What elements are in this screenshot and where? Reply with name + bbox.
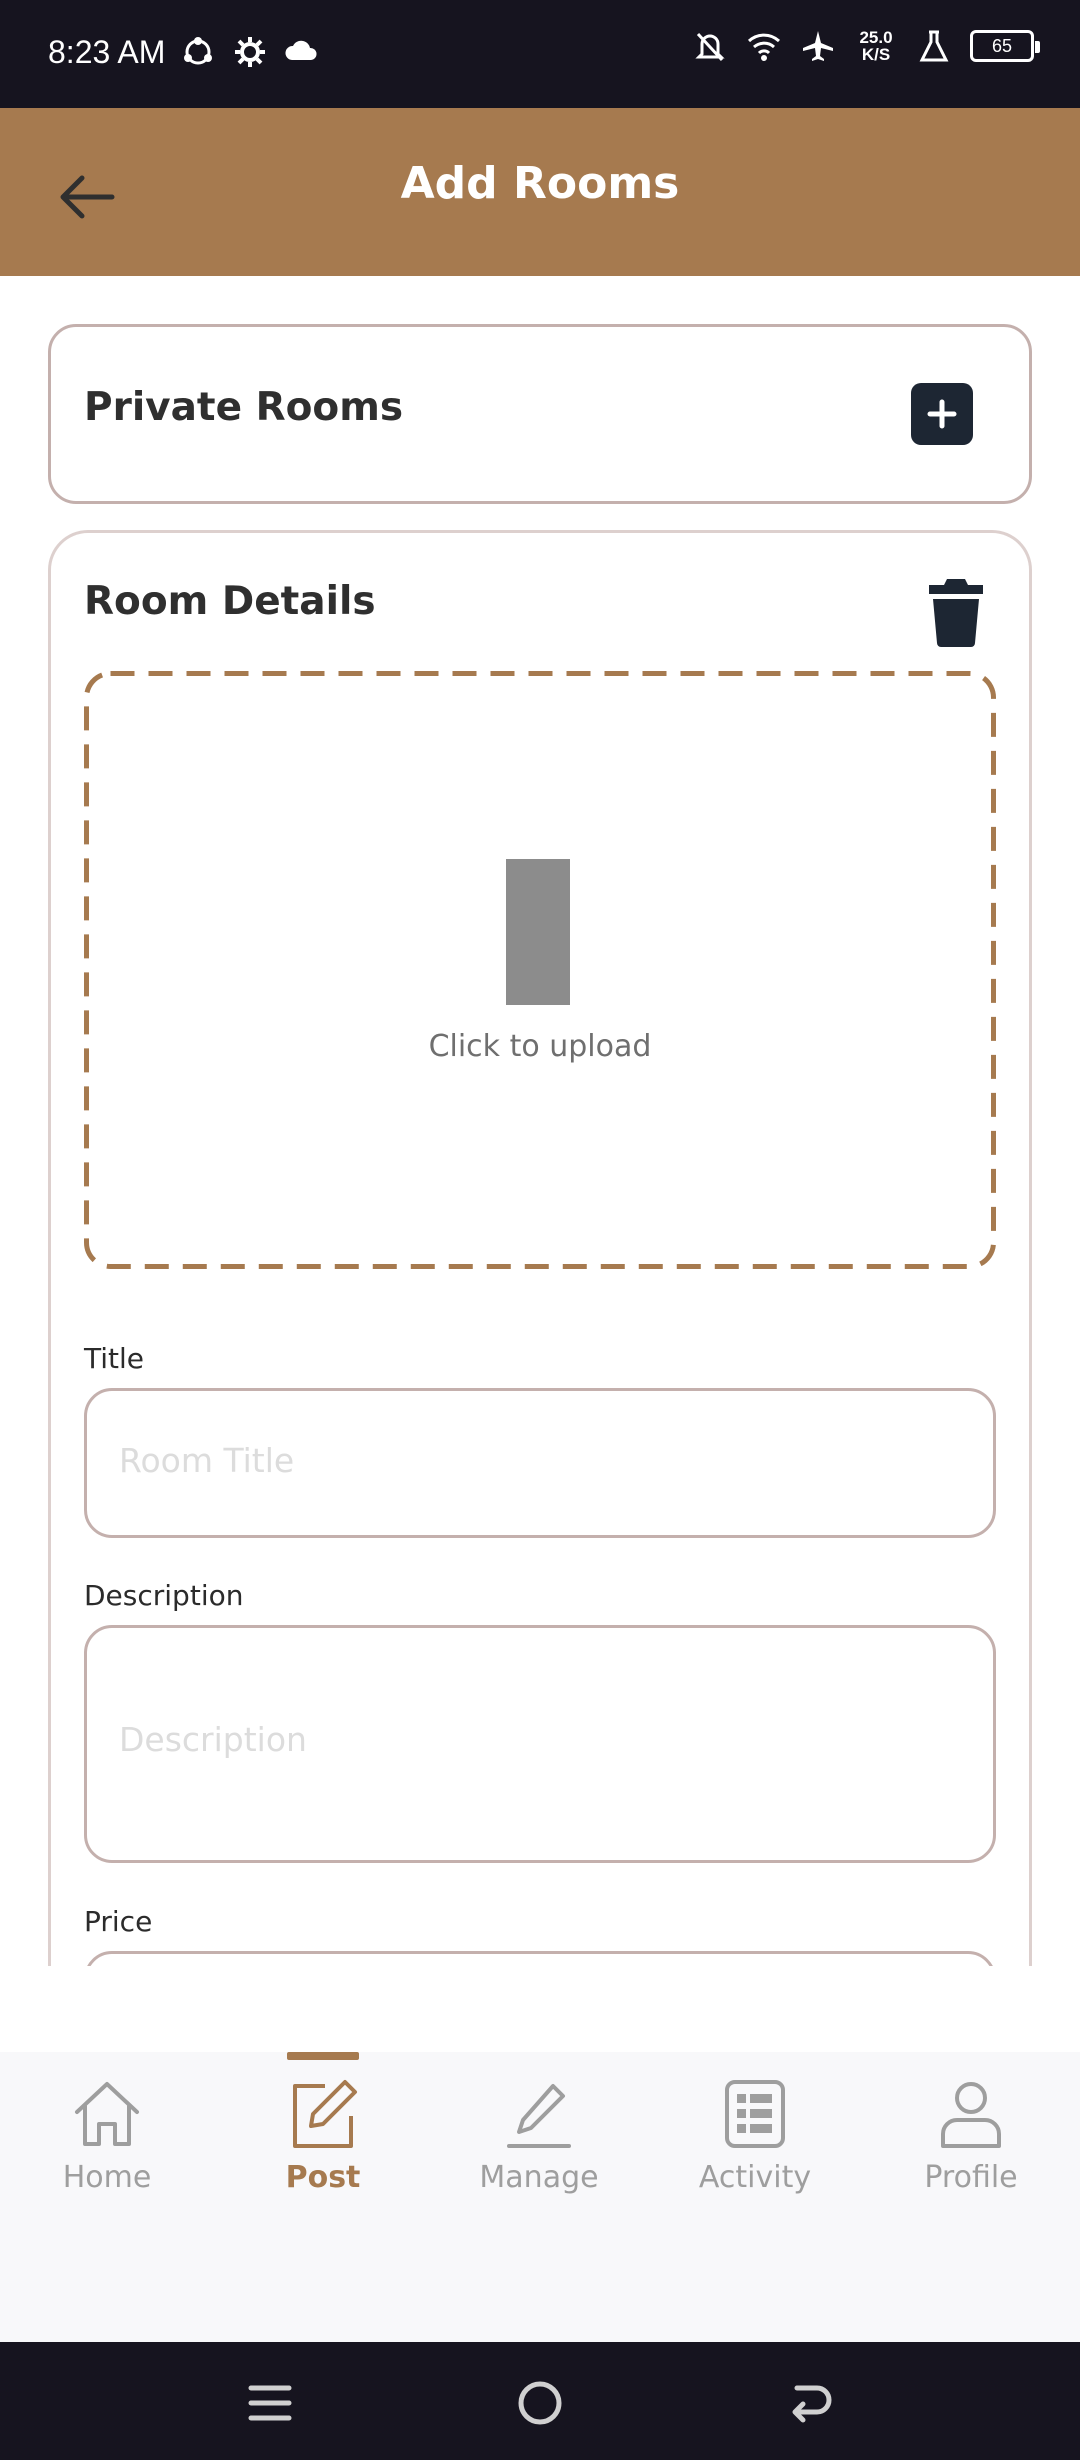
- plus-icon: [927, 399, 957, 429]
- airplane-icon: [803, 31, 833, 61]
- flask-icon: [919, 30, 949, 62]
- status-right-icons: 25.0 K/S 65: [692, 28, 1040, 64]
- private-rooms-title: Private Rooms: [84, 385, 404, 430]
- cloud-icon: [285, 40, 317, 60]
- nav-label-home: Home: [62, 2160, 152, 2195]
- page-title: Add Rooms: [400, 158, 680, 209]
- system-navigation-bar: [0, 2342, 1080, 2460]
- settings-gear-icon: [235, 37, 265, 67]
- title-field[interactable]: [84, 1388, 996, 1538]
- title-input[interactable]: [119, 1441, 959, 1480]
- status-left-icons: [180, 34, 320, 70]
- price-label: Price: [84, 1905, 153, 1938]
- title-label: Title: [84, 1342, 145, 1375]
- back-return-icon[interactable]: [783, 2376, 837, 2430]
- image-upload-zone[interactable]: Click to upload: [84, 671, 996, 1269]
- bell-off-icon: [695, 32, 725, 62]
- network-speed: 25.0 K/S: [854, 29, 898, 63]
- app-header: Add Rooms: [0, 108, 1080, 276]
- upload-image-placeholder: [506, 859, 570, 1005]
- nav-label-post: Post: [285, 2160, 361, 2195]
- description-label: Description: [84, 1579, 244, 1612]
- edit-square-icon: [293, 2080, 357, 2148]
- nav-item-home[interactable]: Home: [32, 2052, 182, 2212]
- nav-label-profile: Profile: [924, 2160, 1018, 2195]
- nav-item-post[interactable]: Post: [248, 2052, 398, 2212]
- wifi-icon: [747, 33, 781, 61]
- bottom-navigation: Home Post Manage Activity Profile: [0, 2052, 1080, 2342]
- nav-label-activity: Activity: [698, 2160, 812, 2195]
- nav-item-manage[interactable]: Manage: [464, 2052, 614, 2212]
- private-rooms-card: Private Rooms: [48, 324, 1032, 504]
- sync-icon: [184, 37, 212, 65]
- trash-icon: [929, 579, 983, 647]
- nav-item-profile[interactable]: Profile: [896, 2052, 1046, 2212]
- description-input[interactable]: [119, 1720, 959, 1770]
- status-bar: 8:23 AM 25.0 K/S 65: [0, 0, 1080, 108]
- content-area: Private Rooms Room Details Click to uplo…: [0, 276, 1080, 1966]
- price-field[interactable]: [84, 1951, 996, 1966]
- network-speed-unit: K/S: [861, 45, 891, 64]
- home-icon: [75, 2082, 139, 2146]
- user-icon: [941, 2082, 1001, 2148]
- active-tab-indicator: [287, 2052, 359, 2060]
- network-speed-value: 25.0: [859, 28, 893, 47]
- list-icon: [725, 2080, 785, 2148]
- status-time: 8:23 AM: [48, 34, 166, 70]
- nav-item-activity[interactable]: Activity: [680, 2052, 830, 2212]
- menu-icon[interactable]: [243, 2376, 297, 2430]
- add-room-button[interactable]: [911, 383, 973, 445]
- nav-label-manage: Manage: [479, 2160, 599, 2195]
- description-field[interactable]: [84, 1625, 996, 1863]
- room-details-card: Room Details Click to upload Title Descr…: [48, 530, 1032, 1966]
- battery-indicator: 65: [970, 30, 1040, 62]
- room-details-title: Room Details: [84, 579, 376, 624]
- delete-room-button[interactable]: [925, 575, 987, 647]
- upload-text: Click to upload: [428, 1029, 652, 1064]
- pencil-icon: [507, 2084, 571, 2148]
- home-circle-icon[interactable]: [513, 2376, 567, 2430]
